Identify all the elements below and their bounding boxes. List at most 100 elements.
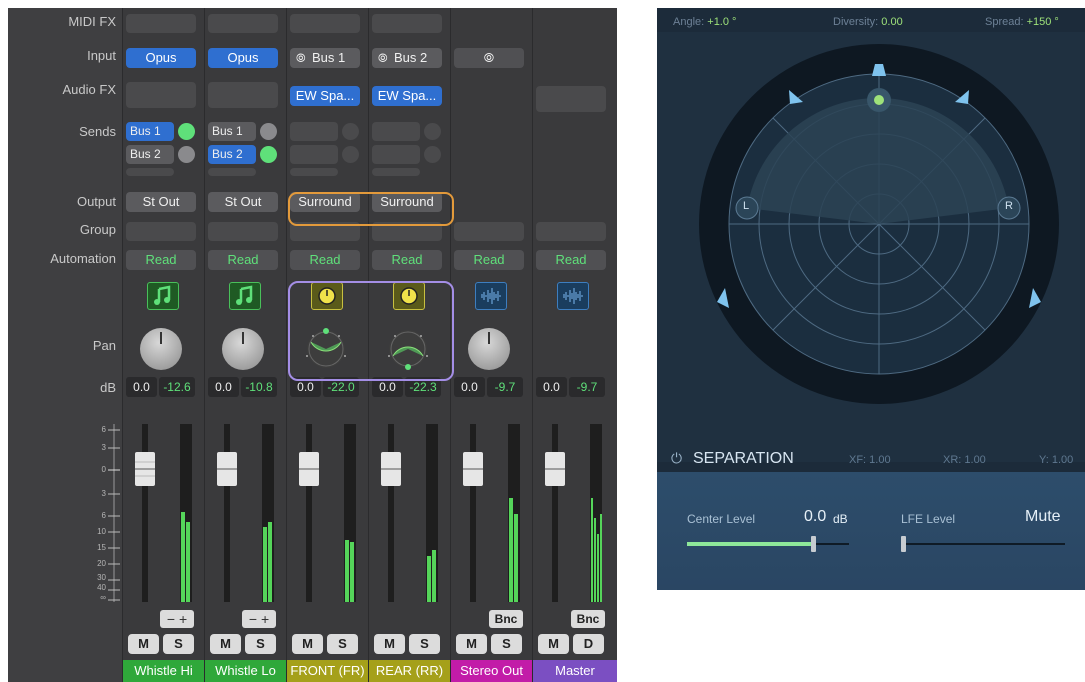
automation-mode-button[interactable]: Read [290, 250, 360, 270]
send-slot-1[interactable]: Bus 1 [208, 122, 256, 141]
send-level-knob[interactable] [424, 123, 441, 140]
mute-button[interactable]: M [538, 634, 569, 654]
track-name[interactable]: Whistle Hi [123, 660, 204, 682]
send-slot-2[interactable]: Bus 2 [208, 145, 256, 164]
solo-button[interactable]: S [163, 634, 194, 654]
input-button[interactable]: Opus [208, 48, 278, 68]
send-level-knob[interactable] [178, 146, 195, 163]
automation-mode-button[interactable]: Read [536, 250, 606, 270]
peak-value[interactable]: -9.7 [487, 377, 523, 397]
lfe-level-slider[interactable] [901, 536, 1065, 552]
peak-value[interactable]: -10.8 [241, 377, 277, 397]
group-slot[interactable] [126, 222, 196, 241]
send-slot-empty[interactable] [372, 122, 420, 141]
automation-mode-button[interactable]: Read [372, 250, 442, 270]
volume-value[interactable]: 0.0 [536, 377, 567, 397]
pan-knob[interactable] [468, 328, 510, 370]
input-stereo-button[interactable]: ⦾ [454, 48, 524, 68]
music-note-icon[interactable] [147, 282, 179, 310]
dim-button[interactable]: D [573, 634, 604, 654]
track-name[interactable]: FRONT (FR) [287, 660, 368, 682]
output-button[interactable]: St Out [126, 192, 196, 212]
volume-fader[interactable] [126, 422, 198, 608]
send-slot-empty[interactable] [126, 168, 174, 176]
midi-fx-slot[interactable] [372, 14, 442, 33]
power-icon[interactable]: ⏻ [671, 450, 682, 467]
volume-fader[interactable] [454, 422, 526, 608]
send-slot-2[interactable]: Bus 2 [126, 145, 174, 164]
xr-value[interactable]: XR: 1.00 [943, 454, 986, 466]
audio-fx-slot[interactable] [126, 82, 196, 108]
send-slot-empty[interactable] [290, 145, 338, 164]
pan-knob[interactable] [140, 328, 182, 370]
volume-fader[interactable] [208, 422, 280, 608]
input-button[interactable]: ⦾ Bus 2 [372, 48, 442, 68]
group-slot[interactable] [454, 222, 524, 241]
automation-mode-button[interactable]: Read [208, 250, 278, 270]
diversity-readout[interactable]: Diversity: 0.00 [833, 16, 903, 28]
send-slot-empty[interactable] [372, 168, 420, 176]
midi-fx-slot[interactable] [126, 14, 196, 33]
solo-button[interactable]: S [327, 634, 358, 654]
track-name[interactable]: Stereo Out [451, 660, 532, 682]
send-level-knob[interactable] [260, 123, 277, 140]
audio-fx-slot[interactable] [208, 82, 278, 108]
group-slot[interactable] [208, 222, 278, 241]
spread-readout[interactable]: Spread: +150 ° [985, 16, 1059, 28]
pan-knob[interactable] [222, 328, 264, 370]
xf-value[interactable]: XF: 1.00 [849, 454, 891, 466]
waveform-icon[interactable] [475, 282, 507, 310]
center-level-value[interactable]: 0.0 [804, 508, 826, 526]
output-button[interactable]: St Out [208, 192, 278, 212]
solo-button[interactable]: S [409, 634, 440, 654]
send-level-knob[interactable] [178, 123, 195, 140]
input-button[interactable]: Opus [126, 48, 196, 68]
lfe-level-value[interactable]: Mute [1025, 508, 1061, 526]
solo-button[interactable]: S [491, 634, 522, 654]
music-note-icon[interactable] [229, 282, 261, 310]
send-level-knob[interactable] [424, 146, 441, 163]
track-name[interactable]: Master [533, 660, 617, 682]
volume-value[interactable]: 0.0 [126, 377, 157, 397]
send-slot-empty[interactable] [290, 122, 338, 141]
mute-button[interactable]: M [128, 634, 159, 654]
volume-value[interactable]: 0.0 [208, 377, 239, 397]
fader-adjust-buttons[interactable]: − + [242, 610, 276, 628]
send-slot-empty[interactable] [290, 168, 338, 176]
peak-value[interactable]: -9.7 [569, 377, 605, 397]
bounce-button[interactable]: Bnc [489, 610, 523, 628]
audio-fx-slot[interactable] [536, 86, 606, 112]
mute-button[interactable]: M [210, 634, 241, 654]
midi-fx-slot[interactable] [208, 14, 278, 33]
solo-button[interactable]: S [245, 634, 276, 654]
send-level-knob[interactable] [342, 123, 359, 140]
send-level-knob[interactable] [260, 146, 277, 163]
bounce-button[interactable]: Bnc [571, 610, 605, 628]
track-name[interactable]: Whistle Lo [205, 660, 286, 682]
automation-mode-button[interactable]: Read [126, 250, 196, 270]
center-level-slider[interactable] [687, 536, 849, 552]
surround-field[interactable] [657, 32, 1085, 462]
peak-value[interactable]: -12.6 [159, 377, 195, 397]
send-slot-empty[interactable] [372, 145, 420, 164]
input-button[interactable]: ⦾ Bus 1 [290, 48, 360, 68]
automation-mode-button[interactable]: Read [454, 250, 524, 270]
midi-fx-slot[interactable] [290, 14, 360, 33]
y-value[interactable]: Y: 1.00 [1039, 454, 1073, 466]
volume-fader[interactable] [372, 422, 444, 608]
mute-button[interactable]: M [456, 634, 487, 654]
volume-value[interactable]: 0.0 [454, 377, 485, 397]
audio-fx-plugin[interactable]: EW Spa... [372, 86, 442, 106]
group-slot[interactable] [536, 222, 606, 241]
waveform-icon[interactable] [557, 282, 589, 310]
mute-button[interactable]: M [374, 634, 405, 654]
send-slot-empty[interactable] [208, 168, 256, 176]
send-level-knob[interactable] [342, 146, 359, 163]
volume-fader[interactable] [536, 422, 608, 608]
fader-adjust-buttons[interactable]: − + [160, 610, 194, 628]
send-slot-1[interactable]: Bus 1 [126, 122, 174, 141]
angle-readout[interactable]: Angle: +1.0 ° [673, 16, 736, 28]
volume-fader[interactable] [290, 422, 362, 608]
track-name[interactable]: REAR (RR) [369, 660, 450, 682]
mute-button[interactable]: M [292, 634, 323, 654]
